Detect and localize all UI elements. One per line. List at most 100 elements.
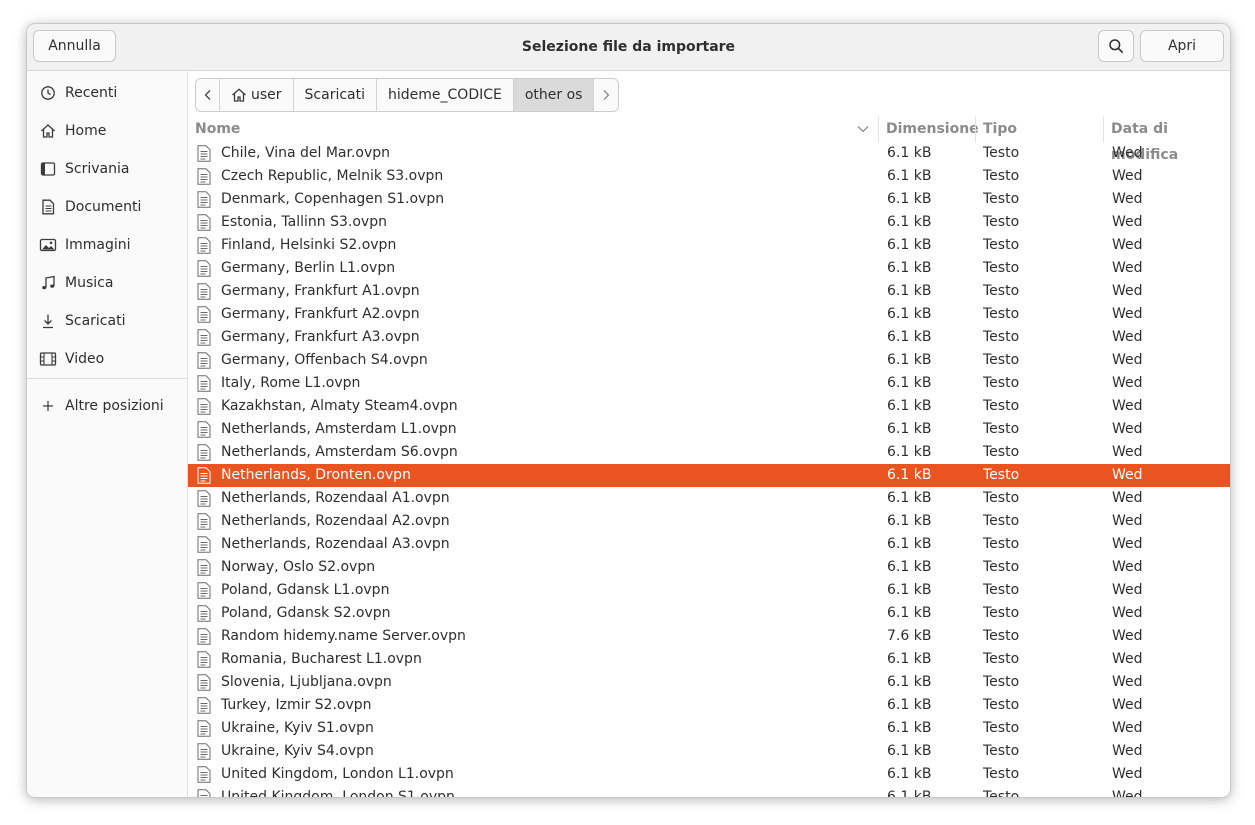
table-row-selected[interactable]: Netherlands, Dronten.ovpn 6.1 kB Testo Wed	[188, 464, 1230, 487]
text-file-icon	[197, 743, 211, 760]
file-name: Norway, Oslo S2.ovpn	[221, 559, 376, 575]
table-row[interactable]: Random hidemy.name Server.ovpn 7.6 kB Test…	[188, 625, 1230, 648]
path-segment-other-os[interactable]: other os	[513, 79, 595, 111]
table-row[interactable]: Czech Republic, Melnik S3.ovpn 6.1 kB Test…	[188, 165, 1230, 188]
table-row[interactable]: Netherlands, Rozendaal A3.ovpn 6.1 kB Test…	[188, 533, 1230, 556]
home-icon	[231, 88, 247, 102]
file-name: Ukraine, Kyiv S1.ovpn	[221, 720, 374, 736]
sidebar-item-label: Recenti	[65, 85, 118, 101]
file-type: Testo	[983, 398, 1020, 414]
file-type: Testo	[983, 720, 1020, 736]
file-size: 6.1 kB	[887, 421, 932, 437]
table-row[interactable]: Germany, Frankfurt A3.ovpn 6.1 kB Testo Wed	[188, 326, 1230, 349]
table-row[interactable]: Chile, Vina del Mar.ovpn 6.1 kB Testo Wed	[188, 142, 1230, 165]
table-row[interactable]: Germany, Offenbach S4.ovpn 6.1 kB Testo Wed	[188, 349, 1230, 372]
file-modified: Wed	[1112, 766, 1143, 782]
file-type: Testo	[983, 352, 1020, 368]
table-row[interactable]: Poland, Gdansk S2.ovpn 6.1 kB Testo Wed	[188, 602, 1230, 625]
path-segment-scaricati[interactable]: Scaricati	[294, 79, 378, 111]
table-row[interactable]: Turkey, Izmir S2.ovpn 6.1 kB Testo Wed	[188, 694, 1230, 717]
open-button[interactable]: Apri	[1140, 30, 1224, 62]
file-name: Netherlands, Amsterdam L1.ovpn	[221, 421, 457, 437]
text-file-icon	[197, 513, 211, 530]
path-segment-label: other os	[524, 87, 583, 103]
file-size: 6.1 kB	[887, 490, 932, 506]
table-row[interactable]: Germany, Berlin L1.ovpn 6.1 kB Testo Wed	[188, 257, 1230, 280]
text-file-icon	[197, 789, 211, 797]
table-row[interactable]: Ukraine, Kyiv S1.ovpn 6.1 kB Testo Wed	[188, 717, 1230, 740]
file-modified: Wed	[1112, 559, 1143, 575]
table-row[interactable]: Ukraine, Kyiv S4.ovpn 6.1 kB Testo Wed	[188, 740, 1230, 763]
table-row[interactable]: United Kingdom, London S1.ovpn 6.1 kB Test…	[188, 786, 1230, 797]
path-segment-hideme-codice[interactable]: hideme_CODICE	[377, 79, 514, 111]
sidebar-item-recenti[interactable]: Recenti	[27, 76, 187, 110]
text-file-icon	[197, 145, 211, 162]
table-row[interactable]: Netherlands, Rozendaal A2.ovpn 6.1 kB Test…	[188, 510, 1230, 533]
file-size: 6.1 kB	[887, 191, 932, 207]
file-type: Testo	[983, 306, 1020, 322]
file-type: Testo	[983, 283, 1020, 299]
text-file-icon	[197, 697, 211, 714]
sidebar-item-immagini[interactable]: Immagini	[27, 228, 187, 262]
table-row[interactable]: Romania, Bucharest L1.ovpn 6.1 kB Testo Wed	[188, 648, 1230, 671]
file-type: Testo	[983, 605, 1020, 621]
column-header-modified[interactable]: Data di modifica	[1103, 116, 1230, 163]
table-row[interactable]: Italy, Rome L1.ovpn 6.1 kB Testo Wed	[188, 372, 1230, 395]
path-segment-user[interactable]: user	[220, 79, 294, 111]
table-row[interactable]: Norway, Oslo S2.ovpn 6.1 kB Testo Wed	[188, 556, 1230, 579]
column-header-name[interactable]: Nome	[195, 116, 240, 142]
table-row[interactable]: Estonia, Tallinn S3.ovpn 6.1 kB Testo Wed	[188, 211, 1230, 234]
file-modified: Wed	[1112, 375, 1143, 391]
text-file-icon	[197, 766, 211, 783]
file-type: Testo	[983, 444, 1020, 460]
file-name: Germany, Berlin L1.ovpn	[221, 260, 396, 276]
sidebar-item-video[interactable]: Video	[27, 342, 187, 376]
text-file-icon	[197, 628, 211, 645]
sidebar-item-musica[interactable]: Musica	[27, 266, 187, 300]
file-name: Chile, Vina del Mar.ovpn	[221, 145, 391, 161]
path-segment-label: hideme_CODICE	[388, 87, 502, 103]
column-header-type[interactable]: Tipo	[975, 116, 1017, 142]
sidebar-item-label: Documenti	[65, 199, 142, 215]
table-row[interactable]: Poland, Gdansk L1.ovpn 6.1 kB Testo Wed	[188, 579, 1230, 602]
sidebar-item-altre-posizioni[interactable]: Altre posizioni	[27, 389, 187, 423]
column-header-size[interactable]: Dimensione	[878, 116, 979, 142]
file-size: 6.1 kB	[887, 214, 932, 230]
table-row[interactable]: United Kingdom, London L1.ovpn 6.1 kB Test…	[188, 763, 1230, 786]
file-modified: Wed	[1112, 306, 1143, 322]
sort-chevron-down-icon[interactable]	[857, 125, 869, 133]
file-size: 6.1 kB	[887, 651, 932, 667]
file-modified: Wed	[1112, 605, 1143, 621]
file-name: Slovenia, Ljubljana.ovpn	[221, 674, 392, 690]
sidebar-item-label: Scaricati	[65, 313, 126, 329]
file-name: Czech Republic, Melnik S3.ovpn	[221, 168, 444, 184]
cancel-button[interactable]: Annulla	[33, 30, 116, 62]
path-forward-button[interactable]	[594, 79, 618, 111]
text-file-icon	[197, 283, 211, 300]
table-row[interactable]: Slovenia, Ljubljana.ovpn 6.1 kB Testo Wed	[188, 671, 1230, 694]
table-row[interactable]: Netherlands, Amsterdam L1.ovpn 6.1 kB Test…	[188, 418, 1230, 441]
header-bar: Selezione file da importare Annulla Apri	[27, 24, 1230, 71]
text-file-icon	[197, 168, 211, 185]
file-type: Testo	[983, 375, 1020, 391]
table-row[interactable]: Kazakhstan, Almaty Steam4.ovpn 6.1 kB Test…	[188, 395, 1230, 418]
file-size: 6.1 kB	[887, 536, 932, 552]
sidebar-item-documenti[interactable]: Documenti	[27, 190, 187, 224]
file-modified: Wed	[1112, 674, 1143, 690]
column-header-bar: Nome Dimensione Tipo Data di modifica	[188, 116, 1230, 163]
search-button[interactable]	[1098, 30, 1134, 62]
file-modified: Wed	[1112, 283, 1143, 299]
file-size: 6.1 kB	[887, 697, 932, 713]
path-back-button[interactable]	[196, 79, 220, 111]
sidebar-item-scrivania[interactable]: Scrivania	[27, 152, 187, 186]
file-modified: Wed	[1112, 444, 1143, 460]
file-modified: Wed	[1112, 697, 1143, 713]
sidebar-item-home[interactable]: Home	[27, 114, 187, 148]
table-row[interactable]: Germany, Frankfurt A2.ovpn 6.1 kB Testo Wed	[188, 303, 1230, 326]
table-row[interactable]: Germany, Frankfurt A1.ovpn 6.1 kB Testo Wed	[188, 280, 1230, 303]
table-row[interactable]: Netherlands, Rozendaal A1.ovpn 6.1 kB Test…	[188, 487, 1230, 510]
table-row[interactable]: Finland, Helsinki S2.ovpn 6.1 kB Testo Wed	[188, 234, 1230, 257]
sidebar-item-scaricati[interactable]: Scaricati	[27, 304, 187, 338]
table-row[interactable]: Netherlands, Amsterdam S6.ovpn 6.1 kB Test…	[188, 441, 1230, 464]
table-row[interactable]: Denmark, Copenhagen S1.ovpn 6.1 kB Testo We…	[188, 188, 1230, 211]
